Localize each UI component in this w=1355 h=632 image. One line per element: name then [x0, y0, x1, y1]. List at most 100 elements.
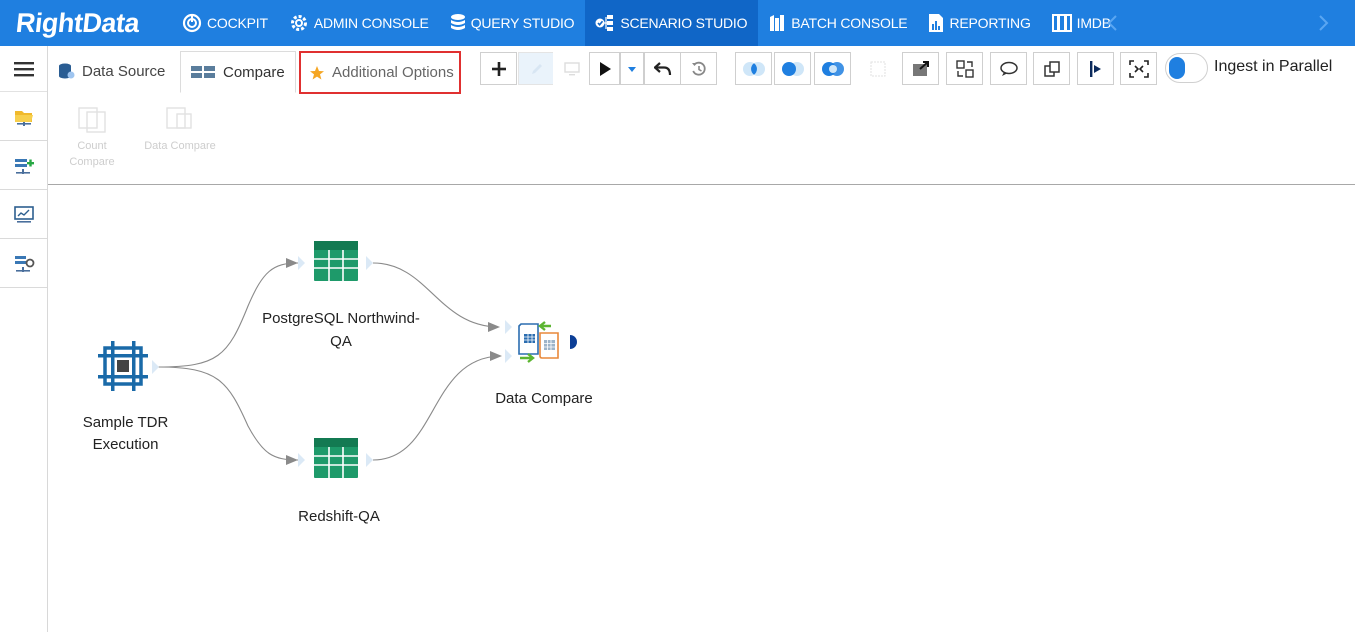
- fit-screen-button[interactable]: [1120, 52, 1157, 85]
- nav-reporting[interactable]: REPORTING: [918, 0, 1041, 46]
- table-b-icon: [314, 438, 358, 478]
- hamburger-icon: [13, 61, 34, 76]
- plus-icon: [491, 61, 506, 76]
- comment-icon: [999, 61, 1018, 76]
- scenario-canvas[interactable]: Sample TDR Execution PostgreSQL Northwin…: [48, 186, 1355, 632]
- add-button[interactable]: [480, 52, 517, 85]
- venn-left-icon: [781, 61, 804, 76]
- port-compare-in-top: [505, 320, 512, 334]
- grid-button[interactable]: [859, 52, 896, 85]
- rail-monitor-button[interactable]: [0, 191, 47, 239]
- preview-button[interactable]: [553, 52, 590, 85]
- venn-inner-icon: [742, 61, 765, 76]
- nav-scroll-left-button[interactable]: [1102, 0, 1122, 46]
- caret-down-icon: [628, 66, 636, 72]
- rail-add-node-button[interactable]: [0, 142, 47, 190]
- brand-logo-text: RightData: [14, 7, 141, 38]
- data-compare-palette-label: Data Compare: [144, 140, 216, 152]
- star-icon: [310, 65, 324, 79]
- add-node-icon: [14, 158, 34, 174]
- comment-button[interactable]: [990, 52, 1027, 85]
- port-b-in: [298, 453, 305, 467]
- monitor-chart-icon: [13, 205, 34, 223]
- nav-batch-console[interactable]: BATCH CONSOLE: [758, 0, 918, 46]
- database-tab-icon: [59, 63, 75, 79]
- swap-button[interactable]: [946, 52, 983, 85]
- nav-cockpit-label: COCKPIT: [207, 15, 268, 31]
- join-left-button[interactable]: [774, 52, 811, 85]
- fit-screen-icon: [1128, 59, 1149, 78]
- nav-query-studio-label: QUERY STUDIO: [470, 15, 575, 31]
- data-compare-node-icon: [518, 321, 559, 363]
- brand-logo[interactable]: RightData: [0, 0, 172, 46]
- node-settings-icon: [14, 255, 34, 272]
- edit-button[interactable]: [518, 52, 555, 85]
- table-b-node-label[interactable]: Redshift-QA: [274, 506, 404, 528]
- tab-data-source-label: Data Source: [82, 62, 166, 80]
- gear-icon: [290, 15, 307, 31]
- port-compare-out: [570, 335, 577, 349]
- imdb-icon: [1051, 14, 1072, 32]
- table-a-node-label-line1[interactable]: PostgreSQL Northwind-: [254, 308, 428, 330]
- port-b-out: [366, 453, 373, 467]
- tab-additional-options[interactable]: Additional Options: [299, 51, 461, 94]
- chevron-right-icon: [1319, 15, 1329, 31]
- cockpit-icon: [182, 13, 202, 33]
- history-icon: [691, 61, 706, 76]
- left-rail: [0, 46, 48, 632]
- source-node-label[interactable]: Sample TDR Execution: [48, 412, 203, 456]
- nav-reporting-label: REPORTING: [949, 15, 1031, 31]
- port-a-out: [366, 256, 373, 270]
- count-compare-label: Count Compare: [69, 140, 115, 168]
- history-button[interactable]: [680, 52, 717, 85]
- export-button[interactable]: [902, 52, 939, 85]
- tab-compare-label: Compare: [223, 63, 285, 81]
- rail-settings-button[interactable]: [0, 240, 47, 288]
- ingest-parallel-toggle[interactable]: [1165, 53, 1208, 83]
- swap-icon: [955, 59, 974, 78]
- folder-icon: [14, 110, 33, 126]
- tab-compare[interactable]: Compare: [180, 51, 296, 93]
- arrowhead-b: [286, 455, 298, 465]
- rail-open-folder-button[interactable]: [0, 93, 47, 141]
- align-button[interactable]: [1077, 52, 1114, 85]
- count-compare-item[interactable]: Count Compare: [66, 104, 118, 170]
- connector-b-to-compare: [372, 355, 501, 461]
- undo-button[interactable]: [644, 52, 681, 85]
- screen-icon: [563, 61, 580, 75]
- table-a-node-label-line2[interactable]: QA: [254, 331, 428, 353]
- menu-toggle-button[interactable]: [0, 46, 47, 92]
- copy-icon: [1043, 60, 1060, 77]
- nav-cockpit[interactable]: COCKPIT: [172, 0, 279, 46]
- scenario-icon: [595, 15, 614, 31]
- tab-data-source[interactable]: Data Source: [57, 50, 165, 92]
- nav-batch-console-label: BATCH CONSOLE: [791, 15, 908, 31]
- nav-query-studio[interactable]: QUERY STUDIO: [440, 0, 586, 46]
- nav-scenario-studio-label: SCENARIO STUDIO: [620, 15, 748, 31]
- nav-scroll-right-button[interactable]: [1314, 0, 1334, 46]
- undo-icon: [653, 61, 671, 75]
- nav-admin-console[interactable]: ADMIN CONSOLE: [279, 0, 440, 46]
- run-button[interactable]: [589, 52, 620, 85]
- port-a-in: [298, 256, 305, 270]
- join-inner-button[interactable]: [735, 52, 772, 85]
- batch-icon: [770, 15, 785, 31]
- report-icon: [929, 14, 944, 32]
- nav-scenario-studio[interactable]: SCENARIO STUDIO: [585, 0, 759, 46]
- database-icon: [450, 14, 465, 30]
- compare-palette: Count Compare Data Compare: [48, 92, 1355, 185]
- run-options-dropdown[interactable]: [620, 52, 644, 85]
- arrowhead-a: [286, 258, 298, 268]
- table-a-icon: [314, 241, 358, 281]
- tab-additional-options-label: Additional Options: [332, 64, 454, 81]
- copy-button[interactable]: [1033, 52, 1070, 85]
- play-icon: [599, 61, 611, 76]
- join-full-button[interactable]: [814, 52, 851, 85]
- data-compare-node-label[interactable]: Data Compare: [484, 388, 604, 410]
- nav-admin-console-label: ADMIN CONSOLE: [313, 15, 429, 31]
- top-navigation: RightData COCKPIT ADMIN CONSOLE QUERY ST…: [0, 0, 1355, 46]
- data-compare-item[interactable]: Data Compare: [142, 104, 218, 154]
- toggle-knob: [1169, 57, 1185, 79]
- arrowhead-compare-top: [488, 322, 500, 332]
- count-compare-icon: [78, 107, 106, 133]
